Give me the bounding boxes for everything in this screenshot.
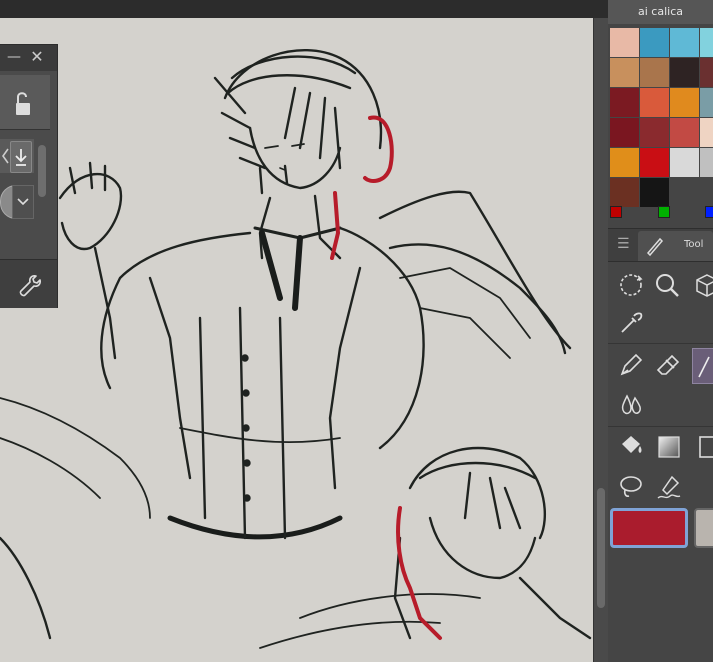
color-swatch[interactable] [610,118,639,147]
canvas-vertical-scrollbar[interactable] [593,18,609,662]
panel-footer [0,259,57,308]
color-swatch[interactable] [640,88,669,117]
color-swatch[interactable] [700,148,713,177]
lasso-icon[interactable] [616,472,646,502]
chevron-down-icon [17,198,29,206]
color-set-grid [610,28,713,208]
tool-separator [608,426,713,427]
drawing-canvas[interactable] [0,18,593,662]
menu-bar [0,0,608,18]
color-swatch[interactable] [610,148,639,177]
color-swatch[interactable] [640,118,669,147]
color-swatch[interactable] [700,88,713,117]
color-indicator-dot [705,206,713,218]
download-button[interactable] [10,141,32,173]
pencil-tool-selected[interactable] [692,348,713,384]
pencil-icon [698,356,710,378]
color-swatch[interactable] [640,148,669,177]
color-swatch[interactable] [640,58,669,87]
correct-line-icon[interactable] [654,472,684,502]
tab-tool[interactable]: Tool [638,231,713,261]
scrollbar-thumb[interactable] [597,488,605,608]
gradient-icon[interactable] [654,432,684,462]
rotate-icon[interactable] [616,270,646,300]
color-swatch[interactable] [670,148,699,177]
color-swatch[interactable] [670,118,699,147]
tool-panel-header: ☰ Tool [608,228,713,262]
blend-dropdown[interactable] [12,185,34,219]
swatch-row [610,148,713,177]
color-swatch[interactable] [700,58,713,87]
blend-icon[interactable] [616,390,646,420]
figure-icon[interactable] [694,432,713,462]
color-swatch[interactable] [700,28,713,57]
tool-tab-pen-icon [646,237,664,257]
color-set-tab[interactable]: ai calica [608,0,713,24]
sketch-artwork [0,49,592,649]
wrench-icon[interactable] [13,270,41,298]
eraser-icon[interactable] [654,350,684,380]
color-swatch[interactable] [700,118,713,147]
tool-separator [608,343,713,344]
3d-cube-icon[interactable] [692,270,713,300]
color-swatch[interactable] [610,28,639,57]
minimize-icon[interactable]: — [7,48,21,66]
color-indicator-dot [610,206,622,218]
lock-button[interactable] [0,75,50,130]
fill-icon[interactable] [616,432,646,462]
eyedropper-icon[interactable] [616,308,646,338]
color-swatch[interactable] [610,58,639,87]
sub-drawing-color[interactable] [694,508,713,548]
color-swatch[interactable] [610,88,639,117]
color-indicators [608,202,713,220]
right-panel: ai calica ☰ Tool [608,0,713,662]
swatch-row [610,88,713,117]
menu-icon[interactable]: ☰ [617,235,630,253]
swatch-row [610,58,713,87]
unlock-icon [16,92,30,115]
layer-property-panel: — ✕ [0,44,58,308]
pen-icon[interactable] [616,350,646,380]
color-indicator-dot [658,206,670,218]
main-drawing-color[interactable] [610,508,688,548]
panel-scrollbar[interactable] [38,145,46,197]
color-swatch[interactable] [670,88,699,117]
color-swatch[interactable] [670,28,699,57]
tool-tab-label: Tool [684,239,704,250]
swatch-row [610,28,713,57]
close-icon[interactable]: ✕ [29,48,45,66]
zoom-icon[interactable] [652,270,682,300]
swatch-row [610,118,713,147]
color-swatch[interactable] [670,58,699,87]
color-swatch[interactable] [640,28,669,57]
panel-titlebar[interactable]: — ✕ [0,45,57,71]
download-icon [15,149,27,166]
